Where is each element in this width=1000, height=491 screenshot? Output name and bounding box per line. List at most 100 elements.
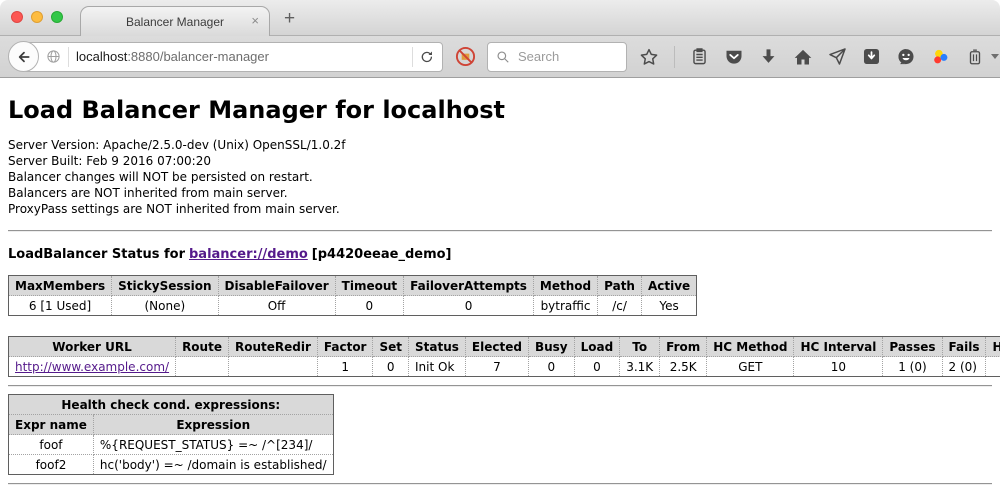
balancer-demo-link[interactable]: balancer://demo — [189, 247, 308, 262]
search-box[interactable] — [487, 42, 627, 72]
table-header-row: MaxMembers StickySession DisableFailover… — [9, 276, 697, 296]
cell-hc-method: GET — [707, 357, 794, 377]
balancer-settings-table: MaxMembers StickySession DisableFailover… — [8, 275, 697, 316]
column-header: Route — [176, 337, 229, 357]
downloads-icon[interactable] — [759, 47, 778, 66]
section-divider — [8, 385, 992, 387]
back-button[interactable] — [8, 41, 39, 72]
minimize-window-button[interactable] — [31, 11, 43, 23]
plugin-blocked-icon[interactable] — [455, 46, 476, 67]
expr-row: foof2 hc('body') =~ /domain is establish… — [9, 455, 334, 475]
cell-maxmembers: 6 [1 Used] — [9, 296, 112, 316]
send-tab-icon[interactable] — [828, 47, 847, 66]
section-divider — [8, 230, 992, 232]
cell-expr-name: foof — [9, 435, 94, 455]
close-window-button[interactable] — [11, 11, 23, 23]
container-extension-icon[interactable] — [966, 48, 984, 66]
toolbar-icons — [639, 46, 1000, 68]
tab-title: Balancer Manager — [126, 15, 224, 29]
cell-path: /c/ — [598, 296, 642, 316]
column-header: HC Method — [707, 337, 794, 357]
column-header: Timeout — [335, 276, 403, 296]
cell-hc-uri — [986, 357, 1000, 377]
cell-status: Init Ok — [409, 357, 466, 377]
column-header: Passes — [883, 337, 942, 357]
column-header: Method — [533, 276, 597, 296]
cell-expression: hc('body') =~ /domain is established/ — [93, 455, 333, 475]
home-icon[interactable] — [793, 47, 813, 67]
new-tab-button[interactable]: + — [284, 8, 295, 30]
cell-expr-name: foof2 — [9, 455, 94, 475]
navigation-toolbar: localhost:8880/balancer-manager — [0, 36, 1000, 78]
column-header: FailoverAttempts — [404, 276, 534, 296]
health-table-title: Health check cond. expressions: — [9, 395, 334, 415]
server-built-line: Server Built: Feb 9 2016 07:00:20 — [8, 153, 992, 169]
worker-table: Worker URL Route RouteRedir Factor Set S… — [8, 336, 1000, 377]
globe-icon[interactable] — [46, 49, 61, 64]
back-arrow-icon — [16, 49, 32, 65]
worker-url-link[interactable]: http://www.example.com/ — [15, 360, 169, 374]
zoom-window-button[interactable] — [51, 11, 63, 23]
cell-from: 2.5K — [660, 357, 707, 377]
notice-line: Balancer changes will NOT be persisted o… — [8, 169, 992, 185]
expr-row: foof %{REQUEST_STATUS} =~ /^[234]/ — [9, 435, 334, 455]
cell-method: bytraffic — [533, 296, 597, 316]
column-header: Busy — [528, 337, 574, 357]
cell-busy: 0 — [528, 357, 574, 377]
column-header: Path — [598, 276, 642, 296]
window-controls — [11, 11, 63, 23]
column-header: Factor — [317, 337, 373, 357]
notice-line: Balancers are NOT inherited from main se… — [8, 185, 992, 201]
bookmark-star-icon[interactable] — [639, 47, 659, 67]
column-header: Status — [409, 337, 466, 357]
column-header: HC uri — [986, 337, 1000, 357]
cell-route — [176, 357, 229, 377]
cell-to: 3.1K — [620, 357, 660, 377]
cell-set: 0 — [373, 357, 409, 377]
table-header-row: Worker URL Route RouteRedir Factor Set S… — [9, 337, 1000, 357]
column-header: Load — [574, 337, 620, 357]
colored-dots-extension-icon[interactable] — [931, 47, 951, 67]
toolbar-separator — [674, 46, 675, 68]
browser-window: Balancer Manager × + localhost:8880/bala… — [0, 0, 1000, 491]
urlbar-divider-right — [412, 47, 413, 67]
tab-bar: Balancer Manager × + — [0, 0, 1000, 36]
column-header: To — [620, 337, 660, 357]
urlbar-divider — [68, 47, 69, 67]
server-version-line: Server Version: Apache/2.5.0-dev (Unix) … — [8, 137, 992, 153]
column-header: From — [660, 337, 707, 357]
url-domain: localhost — [76, 49, 127, 64]
table-header-row: Expr name Expression — [9, 415, 334, 435]
cell-worker-url: http://www.example.com/ — [9, 357, 176, 377]
reload-icon[interactable] — [420, 50, 434, 64]
cell-load: 0 — [574, 357, 620, 377]
search-icon — [496, 50, 510, 64]
url-path: :8880/balancer-manager — [127, 49, 269, 64]
overflow-caret-icon[interactable] — [991, 54, 999, 59]
cell-expression: %{REQUEST_STATUS} =~ /^[234]/ — [93, 435, 333, 455]
url-bar[interactable]: localhost:8880/balancer-manager — [23, 42, 443, 72]
cell-fails: 2 (0) — [942, 357, 986, 377]
column-header: HC Interval — [794, 337, 883, 357]
reading-list-icon[interactable] — [690, 47, 709, 66]
tab-balancer-manager[interactable]: Balancer Manager × — [80, 6, 270, 36]
column-header: Elected — [465, 337, 528, 357]
cell-timeout: 0 — [335, 296, 403, 316]
tab-close-icon[interactable]: × — [251, 14, 259, 28]
health-check-table: Health check cond. expressions: Expr nam… — [8, 394, 334, 475]
chat-smiley-icon[interactable] — [896, 47, 916, 67]
download-extension-icon[interactable] — [862, 47, 881, 66]
page-title: Load Balancer Manager for localhost — [8, 96, 992, 124]
cell-active: Yes — [641, 296, 696, 316]
bottom-divider — [8, 483, 992, 485]
worker-row: http://www.example.com/ 1 0 Init Ok 7 0 … — [9, 357, 1000, 377]
column-header: Fails — [942, 337, 986, 357]
search-input[interactable] — [516, 48, 618, 65]
pocket-icon[interactable] — [724, 47, 744, 67]
column-header: Active — [641, 276, 696, 296]
column-header: DisableFailover — [218, 276, 335, 296]
column-header: MaxMembers — [9, 276, 112, 296]
column-header: Expr name — [9, 415, 94, 435]
cell-routeredir — [228, 357, 317, 377]
url-text[interactable]: localhost:8880/balancer-manager — [76, 49, 269, 64]
